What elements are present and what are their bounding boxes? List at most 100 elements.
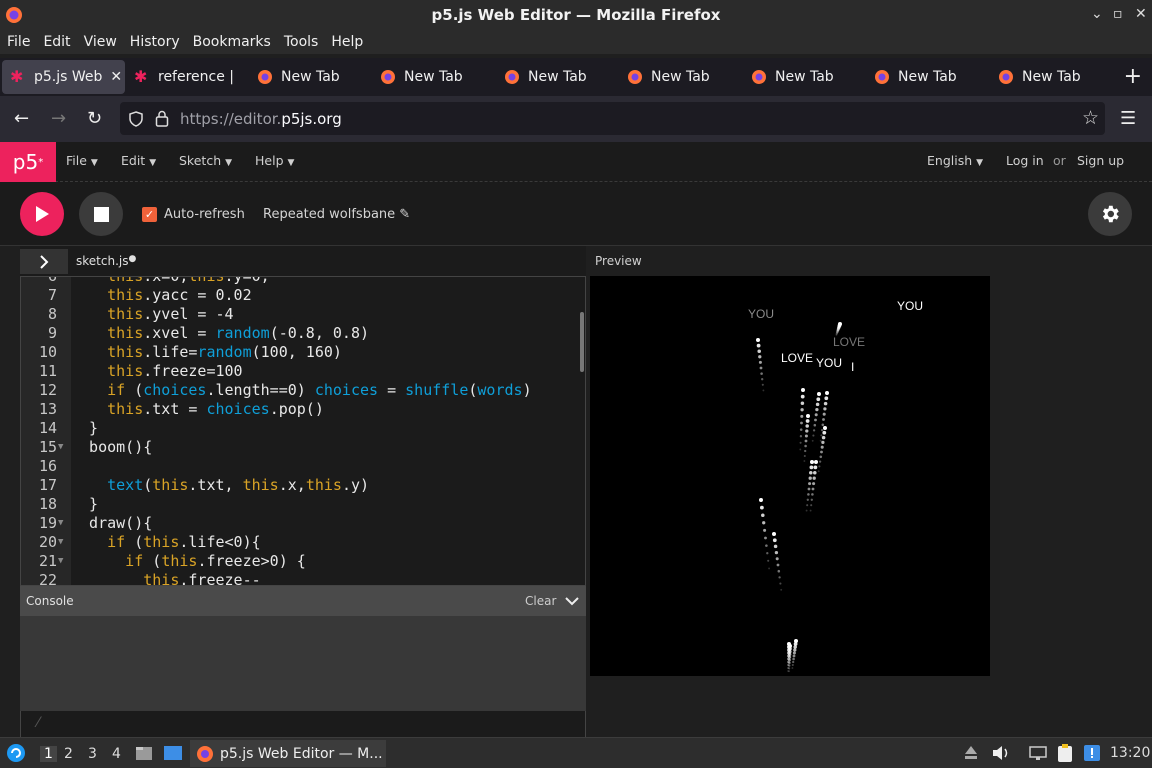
particle-trails	[756, 322, 842, 673]
tab-new-tab[interactable]: New Tab	[627, 60, 710, 94]
network-icon[interactable]	[1028, 744, 1048, 762]
settings-button[interactable]	[1088, 192, 1132, 236]
navigation-bar: ← → ↻ https://editor.p5js.org ☆ ☰	[0, 96, 1152, 142]
sketch-name[interactable]: Repeated wolfsbane ✎	[263, 207, 410, 222]
code-text: boom(){	[71, 438, 153, 456]
code-text: this.freeze=100	[71, 362, 243, 380]
particle	[788, 670, 791, 673]
firefox-icon	[504, 69, 520, 85]
login-link[interactable]: Log in	[1006, 153, 1044, 168]
menu-edit[interactable]: Edit	[43, 34, 70, 50]
signup-link[interactable]: Sign up	[1077, 153, 1124, 168]
p5-menu-sketch[interactable]: Sketch ▼	[179, 153, 232, 168]
code-editor[interactable]: 6 this.x=0,this.y=0, 7 this.yacc = 0.02 8 …	[20, 276, 586, 586]
console-clear-button[interactable]: Clear	[525, 594, 556, 608]
particle	[780, 588, 783, 591]
close-icon[interactable]: ✕	[1135, 6, 1147, 22]
particle	[817, 470, 820, 473]
line-number: 16	[38, 457, 57, 475]
tab-new-tab[interactable]: New Tab	[504, 60, 587, 94]
volume-icon[interactable]	[991, 744, 1011, 762]
p5-logo[interactable]: p5 *	[0, 142, 56, 182]
particle	[821, 440, 825, 445]
tab-new-tab[interactable]: New Tab	[874, 60, 957, 94]
minimize-icon[interactable]: ⌄	[1091, 6, 1103, 22]
language-select[interactable]: English ▼	[927, 153, 983, 168]
tab-label: New Tab	[404, 69, 463, 85]
workspace-4[interactable]: 4	[112, 746, 121, 762]
taskbar-firefox-window[interactable]: p5.js Web Editor — M...	[190, 740, 386, 767]
firefox-icon	[751, 69, 767, 85]
workspace-3[interactable]: 3	[88, 746, 97, 762]
pencil-icon[interactable]: ✎	[399, 207, 410, 222]
menu-tools[interactable]: Tools	[284, 34, 319, 50]
menu-file[interactable]: File	[7, 34, 30, 50]
firefox-icon	[6, 7, 22, 23]
start-menu-icon[interactable]	[6, 743, 26, 763]
p5-menu-help[interactable]: Help ▼	[255, 153, 294, 168]
tray-eject-icon[interactable]	[963, 744, 979, 762]
notification-icon[interactable]	[1083, 744, 1101, 762]
url-bar[interactable]: https://editor.p5js.org ☆	[120, 102, 1105, 135]
tab-p5-editor[interactable]: ✱ p5.js Web ✕	[2, 60, 125, 94]
editor-scrollbar[interactable]	[580, 312, 584, 372]
back-arrow-icon[interactable]: ←	[14, 108, 29, 129]
fold-arrow-icon[interactable]: ▼	[58, 442, 63, 452]
forward-arrow-icon[interactable]: →	[51, 108, 66, 129]
menu-history[interactable]: History	[130, 34, 180, 50]
line-number: 18	[38, 495, 57, 513]
tab-reference[interactable]: ✱ reference |	[134, 60, 244, 94]
menu-view[interactable]: View	[84, 34, 117, 50]
particle	[791, 663, 794, 667]
tab-new-tab[interactable]: New Tab	[751, 60, 834, 94]
chevron-down-icon: ▼	[149, 158, 157, 168]
menu-bookmarks[interactable]: Bookmarks	[193, 34, 271, 50]
workspace-2[interactable]: 2	[64, 746, 73, 762]
particle	[804, 449, 807, 453]
close-tab-icon[interactable]: ✕	[110, 69, 122, 85]
editor-header: sketch.js●	[20, 246, 586, 276]
particle	[804, 434, 808, 438]
menu-help[interactable]: Help	[331, 34, 363, 50]
particle	[793, 648, 797, 652]
reload-icon[interactable]: ↻	[87, 108, 102, 129]
particle	[811, 439, 814, 442]
chevron-down-icon[interactable]	[565, 594, 579, 608]
tab-new-tab[interactable]: New Tab	[380, 60, 463, 94]
or-text: or	[1053, 153, 1066, 168]
fold-arrow-icon[interactable]: ▼	[58, 537, 63, 547]
line-number: 12	[38, 381, 57, 399]
show-desktop-icon[interactable]	[163, 744, 183, 762]
particle	[819, 455, 823, 459]
hamburger-menu-icon[interactable]: ☰	[1120, 108, 1136, 129]
particle	[788, 661, 791, 665]
sidebar-toggle-button[interactable]	[20, 249, 68, 274]
autorefresh-checkbox[interactable]: ✓	[142, 207, 157, 222]
code-text: if (choices.length==0) choices = shuffle…	[71, 381, 532, 399]
tab-new-tab[interactable]: New Tab	[257, 60, 340, 94]
file-tab[interactable]: sketch.js●	[76, 254, 136, 268]
clipboard-icon[interactable]	[1055, 743, 1075, 763]
bookmark-star-icon[interactable]: ☆	[1082, 107, 1099, 129]
stop-button[interactable]	[79, 192, 123, 236]
workspace-1[interactable]: 1	[40, 746, 57, 762]
new-tab-plus-icon[interactable]: +	[1124, 64, 1142, 89]
fold-arrow-icon[interactable]: ▼	[58, 518, 63, 528]
play-button[interactable]	[20, 192, 64, 236]
code-text: this.xvel = random(-0.8, 0.8)	[71, 324, 370, 342]
window-title: p5.js Web Editor — Mozilla Firefox	[431, 6, 721, 24]
p5-menu-file[interactable]: File ▼	[66, 153, 98, 168]
p5-menu-edit[interactable]: Edit ▼	[121, 153, 156, 168]
particle	[758, 355, 762, 359]
preview-canvas[interactable]: YOU YOU LOVE LOVE YOU I	[590, 276, 990, 676]
browser-menubar: File Edit View History Bookmarks Tools H…	[0, 30, 1152, 54]
tab-new-tab[interactable]: New Tab	[998, 60, 1081, 94]
file-manager-icon[interactable]	[135, 744, 153, 762]
shield-icon[interactable]	[128, 111, 144, 127]
line-number: 9	[47, 324, 57, 342]
url-text[interactable]: https://editor.p5js.org	[180, 110, 342, 128]
console-input[interactable]: ⁄	[20, 711, 586, 738]
fold-arrow-icon[interactable]: ▼	[58, 556, 63, 566]
lock-icon[interactable]	[155, 110, 169, 127]
maximize-icon[interactable]: ▫	[1113, 6, 1123, 22]
